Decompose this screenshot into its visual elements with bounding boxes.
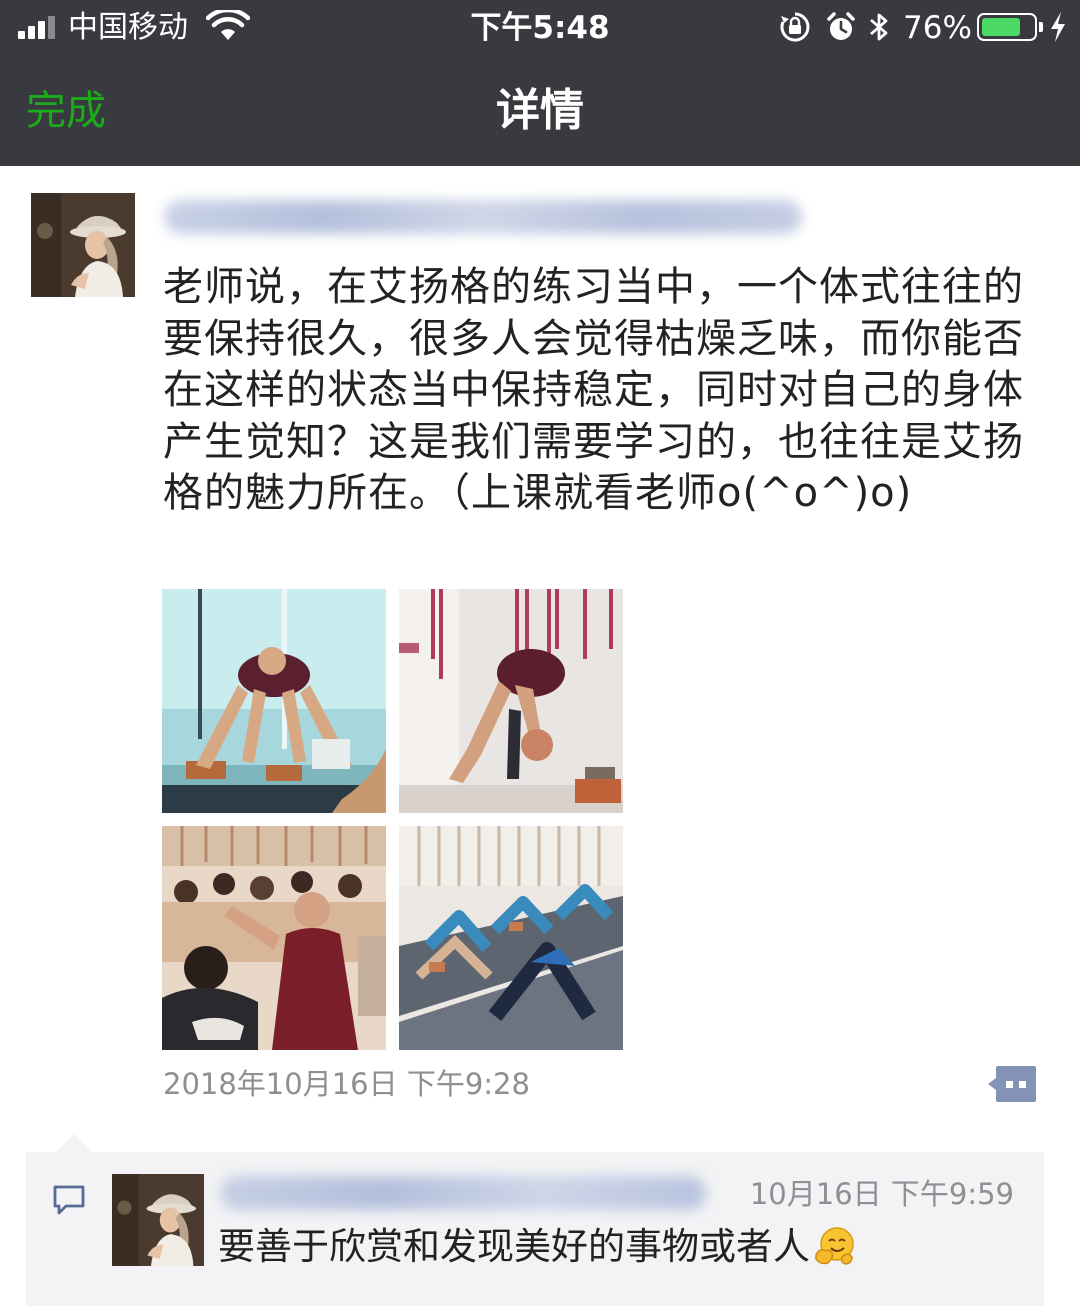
comment-body: 要善于欣赏和发现美好的事物或者人 xyxy=(218,1225,810,1268)
photo-class-seated[interactable] xyxy=(162,826,386,1050)
rotation-lock-icon xyxy=(780,12,810,42)
alarm-icon xyxy=(827,12,855,40)
top-bar: 中国移动 下午5:48 76% 完成 详情 xyxy=(0,0,1080,166)
more-actions-icon[interactable] xyxy=(988,1066,1036,1102)
page-title: 详情 xyxy=(496,85,584,136)
avatar[interactable] xyxy=(31,193,135,297)
comment-timestamp: 10月16日 下午9:59 xyxy=(749,1177,1014,1211)
photo-class-downward-dog[interactable] xyxy=(399,826,623,1050)
post-text: 老师说，在艾扬格的练习当中，一个体式往往的要保持很久，很多人会觉得枯燥乏味，而你… xyxy=(163,264,1024,517)
status-bar: 中国移动 下午5:48 76% xyxy=(0,0,1080,56)
battery-tip xyxy=(1039,22,1043,32)
photo-teacher-wide-stance[interactable] xyxy=(162,589,386,813)
comment-text: 要善于欣赏和发现美好的事物或者人 xyxy=(218,1222,856,1272)
post-timestamp: 2018年10月16日 下午9:28 xyxy=(163,1067,530,1101)
charging-icon xyxy=(1051,12,1065,42)
comment-blurred-username[interactable] xyxy=(220,1176,706,1210)
photo-teacher-headstand-ropes[interactable] xyxy=(399,589,623,813)
comment-avatar[interactable] xyxy=(112,1174,204,1266)
hugging-face-icon xyxy=(815,1227,854,1265)
blurred-username[interactable] xyxy=(164,200,802,234)
comment-icon xyxy=(53,1185,85,1215)
battery-icon xyxy=(977,13,1037,41)
battery-percent: 76% xyxy=(903,10,972,46)
bluetooth-icon xyxy=(870,13,888,41)
